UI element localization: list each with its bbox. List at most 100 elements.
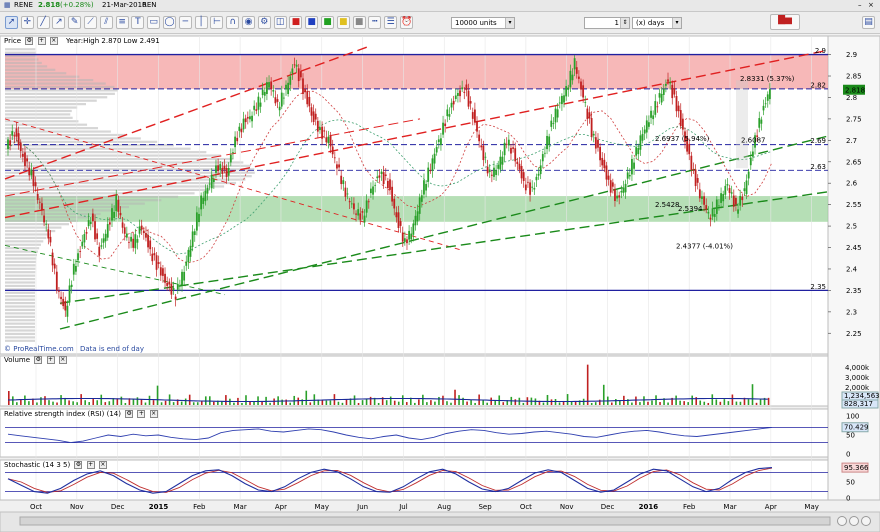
expand-icon[interactable]	[861, 516, 871, 526]
add-indicator-icon[interactable]: +	[86, 461, 95, 469]
volume-bar	[546, 394, 549, 405]
candle-body	[350, 203, 353, 205]
candle-body	[418, 197, 421, 214]
candle-body	[9, 140, 12, 146]
volume-profile-bar	[5, 116, 73, 119]
chart-canvas[interactable]: Oct Nov Dec 2015 Feb Mar Apr May Jun Jul Aug Sep Oct…	[0, 0, 880, 532]
candle-body	[72, 263, 75, 275]
x-tick-label: Mar	[234, 503, 247, 511]
x-tick-label: 2015	[149, 503, 169, 511]
candle-body	[47, 229, 50, 239]
candle-body	[720, 193, 722, 203]
add-indicator-icon[interactable]: +	[46, 356, 55, 364]
candle-body	[633, 162, 635, 169]
volume-profile-bar	[5, 264, 36, 267]
volume-profile-bar	[5, 113, 71, 116]
x-tick-label: Nov	[560, 503, 574, 511]
candle-body	[703, 196, 705, 205]
zoom-in-icon[interactable]	[849, 516, 859, 526]
candle-body	[147, 234, 149, 248]
candle-body	[285, 84, 287, 90]
close-panel-icon[interactable]: ×	[149, 410, 158, 418]
candle-body	[136, 239, 139, 243]
volume-bar	[442, 395, 444, 405]
candle-body	[505, 143, 508, 145]
candle-body	[386, 180, 389, 189]
year-range-label: Year:High 2.870 Low 2.491	[66, 37, 160, 45]
volume-profile-bar	[5, 253, 38, 257]
candle-body	[380, 171, 383, 174]
candle-body	[145, 233, 147, 238]
candle-body	[395, 212, 398, 218]
volume-profile-bar	[5, 305, 36, 308]
volume-bar	[430, 400, 432, 405]
candle-body	[423, 180, 425, 195]
properties-icon[interactable]: ⚙	[125, 410, 134, 418]
candle-body	[641, 133, 644, 141]
candle-body	[361, 211, 364, 213]
x-tick-label: Jun	[356, 503, 368, 511]
candle-body	[187, 249, 190, 263]
candle-body	[102, 238, 105, 243]
candle-body	[242, 118, 245, 130]
close-panel-icon[interactable]: ×	[98, 461, 107, 469]
add-indicator-icon[interactable]: +	[137, 410, 146, 418]
candle-body	[331, 146, 334, 155]
candle-body	[609, 180, 612, 193]
candle-body	[662, 88, 665, 95]
candle-body	[433, 153, 436, 164]
candle-body	[488, 169, 491, 173]
candle-body	[87, 220, 90, 227]
volume-bar	[586, 364, 589, 405]
candle-body	[448, 114, 451, 117]
candle-body	[227, 167, 230, 176]
volume-bar	[450, 402, 452, 405]
volume-bar	[454, 389, 456, 405]
volume-bar	[490, 397, 492, 405]
zoom-out-icon[interactable]	[837, 516, 847, 526]
volume-bar	[305, 390, 308, 405]
candle-body	[643, 129, 646, 134]
close-panel-icon[interactable]: ×	[49, 37, 58, 45]
volume-bar	[120, 396, 123, 405]
candle-body	[62, 298, 65, 307]
properties-icon[interactable]: ⚙	[74, 461, 83, 469]
volume-bar	[337, 401, 340, 405]
candle-body	[410, 233, 413, 240]
volume-bar	[590, 402, 593, 405]
candle-body	[193, 231, 196, 235]
candle-body	[556, 109, 559, 118]
add-indicator-icon[interactable]: +	[37, 37, 46, 45]
candle-body	[91, 213, 94, 222]
volume-bar	[615, 399, 617, 405]
candle-body	[416, 211, 419, 222]
candle-body	[459, 90, 461, 97]
y-tick-label: 2.4	[846, 265, 858, 273]
candle-body	[622, 187, 625, 193]
x-tick-label: May	[315, 503, 329, 511]
volume-profile-bar	[5, 68, 56, 71]
volume-bar	[361, 400, 364, 405]
candle-body	[24, 152, 26, 167]
candle-body	[461, 87, 464, 90]
candle-body	[605, 165, 608, 180]
properties-icon[interactable]: ⚙	[34, 356, 43, 364]
volume-bar	[470, 399, 472, 405]
candle-body	[100, 245, 103, 247]
volume-bar	[602, 384, 605, 405]
candle-body	[217, 165, 219, 172]
properties-icon[interactable]: ⚙	[25, 37, 34, 45]
y-tick-label: 2.5	[846, 223, 857, 231]
level-label: 2.9	[815, 47, 826, 55]
candle-body	[529, 182, 531, 195]
volume-profile-bar	[5, 99, 97, 102]
candle-body	[768, 89, 771, 100]
volume-profile-bar	[5, 51, 36, 54]
candle-body	[299, 71, 302, 78]
candle-body	[138, 226, 141, 234]
close-panel-icon[interactable]: ×	[58, 356, 67, 364]
volume-bar	[598, 399, 601, 405]
volume-bar	[353, 395, 356, 405]
volume-bar	[257, 396, 259, 405]
candle-body	[382, 172, 385, 185]
